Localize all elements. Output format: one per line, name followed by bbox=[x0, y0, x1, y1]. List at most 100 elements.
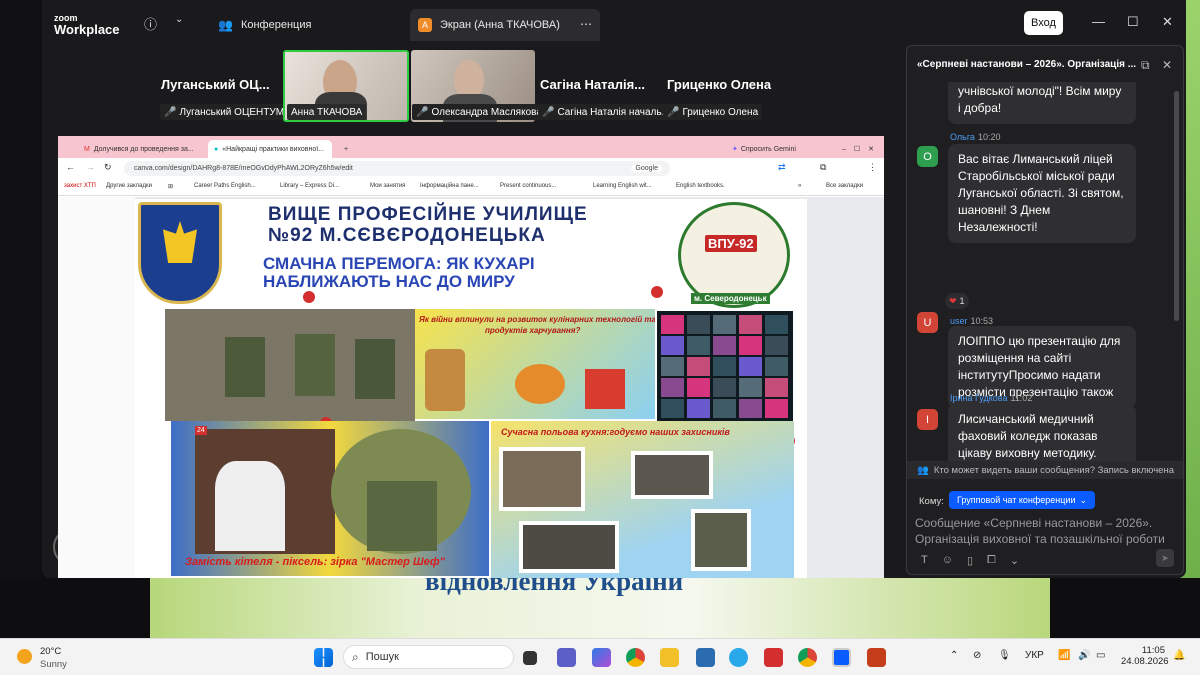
tab-screen-share[interactable]: А Экран (Анна ТКАЧОВА) ⋯ bbox=[410, 9, 600, 41]
chevron-up-icon[interactable]: ⌃ bbox=[950, 650, 958, 661]
browser-tabbar: M Долучився до проведення за... ● «Найкращ… bbox=[58, 136, 884, 158]
battery-icon[interactable]: ▭ bbox=[1096, 650, 1105, 661]
vpu-92-badge: ВПУ-92 м. Северодонецьк bbox=[678, 202, 790, 308]
volume-icon[interactable]: 🔊 bbox=[1078, 650, 1090, 661]
windows-start-icon[interactable] bbox=[314, 648, 333, 667]
bookmark[interactable]: Career Paths English... bbox=[194, 183, 256, 189]
text-format-icon[interactable]: T bbox=[921, 554, 928, 567]
browser-menu-icon[interactable]: ⋮ bbox=[868, 162, 877, 173]
weather-temp[interactable]: 20°C bbox=[40, 646, 61, 657]
forward-icon[interactable]: → bbox=[86, 162, 95, 172]
chat-scrollbar[interactable] bbox=[1174, 91, 1179, 321]
participant-tag[interactable]: 🎤 Сагіна Наталія началь... bbox=[538, 104, 674, 120]
video-call-gallery bbox=[657, 311, 793, 421]
send-button[interactable]: ➤ bbox=[1156, 549, 1174, 567]
acrobat-icon[interactable] bbox=[764, 648, 783, 667]
chat-input[interactable]: Сообщение «Серпневі настанови – 2026». О… bbox=[915, 515, 1177, 547]
popout-icon[interactable]: ⧉ bbox=[1141, 58, 1150, 73]
chat-sender: Ірина Гудкова 11:02 bbox=[950, 393, 1033, 403]
weather-condition[interactable]: Sunny bbox=[40, 659, 67, 670]
participants-icon: 👥 bbox=[218, 18, 233, 32]
file-explorer-icon[interactable] bbox=[660, 648, 679, 667]
participant-tag[interactable]: 🎤 Луганський ОЦЕНТУМ bbox=[160, 104, 289, 120]
copilot-icon[interactable] bbox=[592, 648, 611, 667]
more-bookmarks-icon[interactable]: » bbox=[798, 183, 801, 189]
gmail-icon: M bbox=[84, 145, 90, 153]
chat-visibility-note[interactable]: 👥 Кто может видеть ваши сообщения? Запись… bbox=[907, 461, 1183, 479]
chrome-icon[interactable] bbox=[626, 648, 645, 667]
browser-tab[interactable]: M Долучився до проведення за... bbox=[78, 140, 206, 158]
new-tab-icon[interactable]: + bbox=[338, 140, 352, 158]
clock[interactable]: 11:05 24.08.2026 bbox=[1121, 645, 1169, 667]
minimize-icon[interactable]: — bbox=[1092, 14, 1105, 29]
task-view-icon[interactable] bbox=[523, 651, 537, 665]
translate-icon[interactable]: ⇄ bbox=[778, 162, 786, 173]
gemini-button[interactable]: ✦ Спросить Gemini bbox=[726, 140, 826, 158]
bookmark[interactable]: English textbooks. bbox=[676, 183, 725, 189]
bookmark-folder[interactable]: Все закладки bbox=[826, 183, 863, 189]
close-icon[interactable]: ✕ bbox=[1162, 14, 1173, 30]
sign-in-button[interactable]: Вход bbox=[1024, 11, 1063, 35]
mic-muted-icon: 🎤 bbox=[416, 106, 429, 118]
bookmark[interactable]: Інформаційна пане... bbox=[420, 183, 479, 189]
bookmark[interactable]: Present continuous... bbox=[500, 183, 556, 189]
chat-toolbar: T ☺ ▯ ⧠ ⌄ bbox=[921, 554, 1019, 567]
bookmark[interactable]: Мои занятия bbox=[370, 183, 405, 189]
canva-icon: ● bbox=[214, 145, 219, 153]
info-icon[interactable]: ⓘ bbox=[144, 14, 157, 33]
participant-name: Гриценко Олена bbox=[667, 77, 772, 92]
extensions-icon[interactable]: ⧉ bbox=[820, 162, 826, 173]
bookmarks-bar: захист ХТП Другие закладки ⊞ Career Path… bbox=[58, 178, 884, 196]
reload-icon[interactable]: ↻ bbox=[104, 162, 112, 173]
close-chat-icon[interactable]: ✕ bbox=[1162, 58, 1172, 72]
screenshot-icon[interactable]: ⧠ bbox=[987, 554, 996, 567]
more-icon[interactable]: ⋯ bbox=[580, 17, 592, 31]
taskbar-search[interactable]: ⌕ Пошук bbox=[343, 645, 514, 669]
emoji-icon[interactable]: ☺ bbox=[942, 554, 953, 567]
chrome-profile-icon[interactable] bbox=[798, 648, 817, 667]
chevron-down-icon[interactable]: ⌄ bbox=[175, 14, 183, 25]
gallery-tile bbox=[687, 336, 710, 355]
back-icon[interactable]: ← bbox=[66, 162, 75, 172]
reaction-badge[interactable]: ❤ 1 bbox=[945, 293, 969, 309]
windows-taskbar: 20°C Sunny ⌕ Пошук ⌃ ⊘ 🎙 УКР 📶 🔊 ▭ 11:05 … bbox=[0, 638, 1200, 675]
snipping-tool-icon[interactable] bbox=[696, 648, 715, 667]
gallery-tile bbox=[713, 315, 736, 334]
tab-conference[interactable]: 👥 Конференция bbox=[210, 9, 400, 41]
sun-icon[interactable] bbox=[17, 649, 32, 664]
recipient-dropdown[interactable]: Групповой чат конференции ⌄ bbox=[949, 491, 1096, 509]
mic-off-icon[interactable]: 🎙 bbox=[998, 650, 1011, 661]
teams-icon[interactable] bbox=[557, 648, 576, 667]
chat-sender: user 10:53 bbox=[950, 316, 994, 326]
apps-icon[interactable]: ⊞ bbox=[168, 183, 173, 190]
telegram-icon[interactable] bbox=[729, 648, 748, 667]
zoom-taskbar-icon[interactable] bbox=[832, 648, 851, 667]
address-bar[interactable]: canva.com/design/DAHRg8-878E/meOGvDdyPhA… bbox=[124, 161, 670, 176]
gemini-icon: ✦ bbox=[732, 146, 738, 153]
bookmark[interactable]: Library – Express Di... bbox=[280, 183, 339, 189]
browser-window-controls[interactable]: –☐✕ bbox=[836, 140, 884, 158]
search-engine-chip[interactable]: Google bbox=[631, 165, 662, 172]
screen: відновлення України zoom Workplace ⓘ ⌄ 👥… bbox=[0, 0, 1200, 675]
slide-subtitle: НАБЛИЖАЮТЬ НАС ДО МИРУ bbox=[263, 272, 515, 291]
bookmark[interactable]: захист ХТП bbox=[64, 183, 96, 189]
camera-off-icon[interactable]: ⊘ bbox=[973, 650, 981, 661]
maximize-icon[interactable]: ☐ bbox=[1127, 14, 1139, 30]
chevron-down-icon[interactable]: ⌄ bbox=[1010, 554, 1019, 567]
zoom-logo-workplace: Workplace bbox=[54, 22, 120, 37]
language-indicator[interactable]: УКР bbox=[1025, 650, 1044, 661]
file-icon[interactable]: ▯ bbox=[967, 554, 973, 567]
powerpoint-icon[interactable] bbox=[867, 648, 886, 667]
gallery-tile bbox=[661, 336, 684, 355]
participant-tag[interactable]: 🎤 Гриценко Олена bbox=[663, 104, 763, 120]
bookmark[interactable]: Другие закладки bbox=[106, 183, 152, 189]
notification-bell-icon[interactable]: 🔔 bbox=[1173, 650, 1185, 661]
slide-title: ВИЩЕ ПРОФЕСІЙНЕ УЧИЛИЩЕ bbox=[268, 204, 588, 225]
bookmark[interactable]: Learning English wit... bbox=[593, 183, 652, 189]
mic-muted-icon: 🎤 bbox=[667, 106, 680, 118]
gallery-tile bbox=[687, 315, 710, 334]
browser-tab-active[interactable]: ● «Найкращі практики виховної... bbox=[208, 140, 332, 158]
presentation-slide[interactable]: ВИЩЕ ПРОФЕСІЙНЕ УЧИЛИЩЕ №92 М.СЄВЄРОДОНЕ… bbox=[135, 199, 807, 578]
wifi-icon[interactable]: 📶 bbox=[1058, 650, 1070, 661]
slide-caption-masterchef: Замість кітеля - піксель: зірка "Мастер … bbox=[185, 556, 445, 568]
